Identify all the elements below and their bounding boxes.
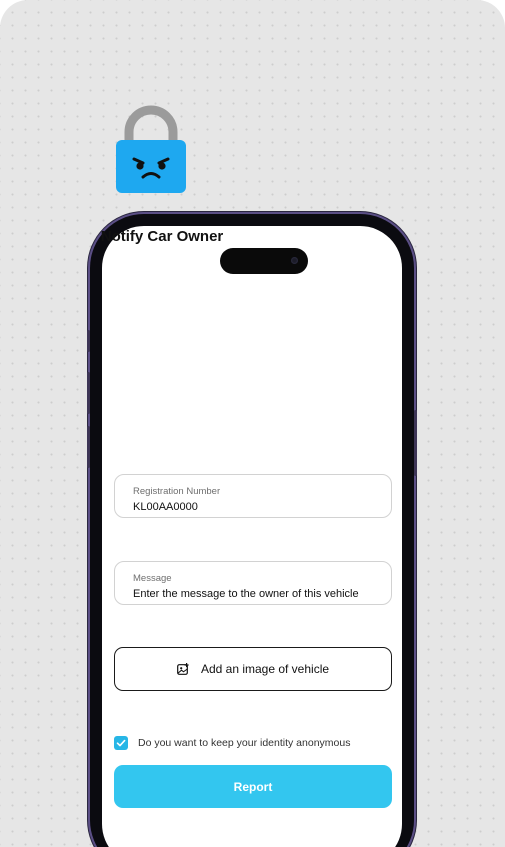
phone-volume-down-button — [87, 426, 90, 468]
phone-action-button — [87, 330, 90, 352]
phone-screen — [102, 226, 402, 847]
phone-power-button — [414, 410, 417, 476]
add-image-label: Add an image of vehicle — [200, 662, 330, 676]
message-field[interactable]: Message Enter the message to the owner o… — [114, 561, 392, 605]
anonymous-checkbox[interactable] — [114, 736, 128, 750]
registration-number-field[interactable]: Registration Number KL00AA0000 — [114, 474, 392, 518]
angry-lock-icon — [116, 105, 186, 193]
dotted-background: Notify Car Owner Registration Number KL0… — [0, 0, 505, 847]
message-placeholder[interactable]: Enter the message to the owner of this v… — [133, 588, 359, 600]
anonymous-option[interactable]: Do you want to keep your identity anonym… — [114, 735, 350, 751]
registration-number-value[interactable]: KL00AA0000 — [133, 501, 198, 513]
registration-number-label: Registration Number — [133, 486, 221, 497]
dynamic-island — [220, 248, 308, 274]
message-label: Message — [133, 573, 172, 584]
add-image-button[interactable]: Add an image of vehicle — [114, 647, 392, 691]
anonymous-label: Do you want to keep your identity anonym… — [138, 737, 351, 749]
phone-frame — [87, 214, 417, 847]
add-image-icon — [177, 663, 189, 675]
report-button[interactable]: Report — [114, 765, 392, 808]
page-title: Notify Car Owner — [100, 228, 224, 245]
checkmark-icon — [116, 739, 126, 747]
phone-volume-up-button — [87, 372, 90, 414]
front-camera-icon — [291, 257, 298, 264]
